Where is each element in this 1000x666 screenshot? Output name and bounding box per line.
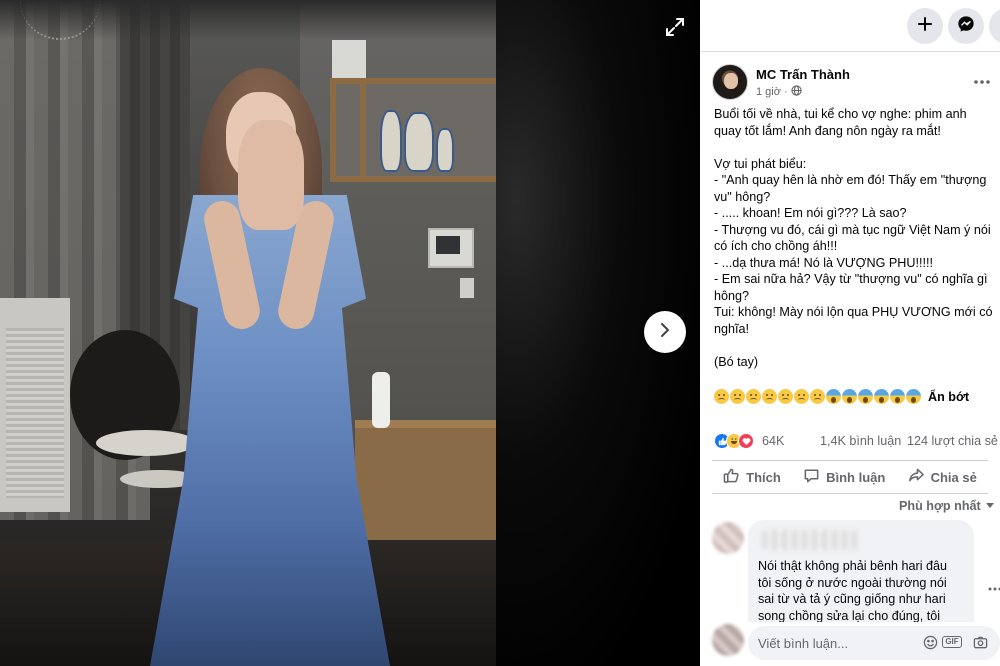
post-header: MC Trấn Thành 1 giờ · [712, 64, 850, 100]
messenger-icon [957, 15, 975, 38]
reaction-summary: 64K 1,4K bình luận 124 lượt chia sẻ [714, 432, 998, 450]
post-text-line: Vợ tui phát biểu: [714, 156, 807, 171]
reaction-icons[interactable] [714, 433, 754, 449]
post-panel: MC Trấn Thành 1 giờ · Buổi tối về nhà, t… [700, 0, 1000, 666]
post-text-line: Buổi tối về nhà, tui kể cho vợ nghe: phi… [714, 107, 967, 121]
camera-icon[interactable] [972, 634, 988, 650]
post-text-line: Tui: không! Mày nói lộn qua PHỤ VƯƠNG mớ… [714, 305, 993, 319]
top-bar [700, 0, 1000, 52]
comment-text-line: Nói thật không phải bênh hari đâu [758, 559, 948, 573]
share-button[interactable]: Chia sẻ [902, 463, 983, 491]
post-time[interactable]: 1 giờ · [756, 85, 802, 99]
post-text-line: có ích cho chồng áh!!! [714, 239, 838, 253]
comment-button[interactable]: Bình luận [797, 463, 891, 491]
post-text-line: - "Anh quay hên là nhờ em đó! Thấy em "t… [714, 173, 987, 187]
create-button[interactable] [907, 8, 943, 44]
scream-face-emoji-icon [826, 389, 841, 405]
emoji-row: Ẩn bớt [714, 389, 998, 406]
sad-face-emoji-icon [746, 389, 761, 405]
sad-face-emoji-icon [714, 389, 729, 405]
share-button-label: Chia sẻ [930, 469, 977, 485]
photo-viewer [0, 0, 700, 666]
commenter-avatar[interactable] [712, 522, 744, 554]
comment-icon [803, 467, 820, 487]
emoji-icon[interactable] [922, 634, 938, 650]
comment-text: Nói thật không phải bênh hari đâu tôi số… [758, 558, 947, 624]
gif-icon[interactable]: GIF [942, 634, 962, 650]
sad-face-emoji-icon [778, 389, 793, 405]
post-text-line: nghĩa! [714, 321, 750, 336]
share-count[interactable]: 124 lượt chia sẻ [907, 434, 998, 448]
write-comment-input[interactable] [748, 626, 1000, 660]
next-photo-button[interactable] [644, 311, 686, 353]
post-text-line: - Thượng vu đó, cái gì mà tục ngữ Việt N… [714, 222, 991, 237]
post-text-line: (Bó tay) [714, 354, 759, 369]
post-photo[interactable] [0, 0, 496, 666]
post-text: Buổi tối về nhà, tui kể cho vợ nghe: phi… [714, 106, 998, 405]
comment-options-button[interactable] [986, 578, 1000, 596]
see-less-link[interactable]: Ẩn bớt [928, 389, 969, 406]
sad-face-emoji-icon [810, 389, 825, 405]
like-button-label: Thích [746, 469, 781, 485]
comment-item: Nói thật không phải bênh hari đâu tôi số… [712, 520, 1000, 638]
love-reaction-icon [738, 433, 754, 449]
comment-text-line: tôi sống ở nước ngoài thường nói [758, 575, 947, 590]
expand-icon[interactable] [664, 16, 686, 38]
post-actions: Thích Bình luận Chia sẻ [712, 460, 988, 494]
post-text-line: - ..... khoan! Em nói gì??? Là sao? [714, 206, 907, 220]
post-time-label: 1 giờ [756, 86, 781, 98]
reaction-count[interactable]: 64K [762, 434, 784, 448]
comment-button-label: Bình luận [826, 469, 886, 485]
current-user-avatar[interactable] [712, 624, 744, 656]
sad-face-emoji-icon [794, 389, 809, 405]
scream-face-emoji-icon [890, 389, 905, 405]
messenger-button[interactable] [948, 8, 984, 44]
scream-face-emoji-icon [858, 389, 873, 405]
author-name[interactable]: MC Trấn Thành [756, 67, 850, 82]
comment-sort-dropdown[interactable]: Phù hợp nhất [899, 499, 995, 513]
sad-face-emoji-icon [730, 389, 745, 405]
plus-icon [917, 16, 933, 37]
chevron-right-icon [657, 322, 673, 343]
caret-down-icon [985, 499, 995, 513]
more-horizontal-icon [974, 71, 990, 89]
scream-face-emoji-icon [842, 389, 857, 405]
thumbs-up-icon [723, 467, 740, 487]
scream-face-emoji-icon [874, 389, 889, 405]
globe-icon [790, 85, 802, 99]
share-icon [908, 467, 925, 487]
post-text-line: quay tốt lắm! Anh đang nôn ngày ra mắt! [714, 123, 941, 138]
sort-label: Phù hợp nhất [899, 499, 981, 513]
scream-face-emoji-icon [906, 389, 921, 405]
post-text-line: - Em sai nữa hả? Vậy từ "thượng vu" có n… [714, 272, 988, 286]
comment-bubble: Nói thật không phải bênh hari đâu tôi số… [748, 520, 974, 638]
like-button[interactable]: Thích [717, 463, 787, 491]
comment-text-line: sai từ và tả ý cũng giống như hari [758, 592, 946, 606]
post-text-line: vu" hông? [714, 189, 771, 204]
post-options-button[interactable] [970, 68, 994, 92]
more-horizontal-icon [988, 578, 1000, 596]
menu-button[interactable] [989, 8, 1000, 44]
comment-count[interactable]: 1,4K bình luận [820, 434, 901, 448]
commenter-name-blurred[interactable] [762, 530, 858, 550]
post-text-line: - ...dạ thưa má! Nó là VƯỢNG PHU!!!!! [714, 255, 933, 270]
comment-composer: GIF [712, 622, 1000, 666]
sad-face-emoji-icon [762, 389, 777, 405]
author-avatar[interactable] [712, 64, 748, 100]
post-text-line: hông? [714, 288, 750, 303]
